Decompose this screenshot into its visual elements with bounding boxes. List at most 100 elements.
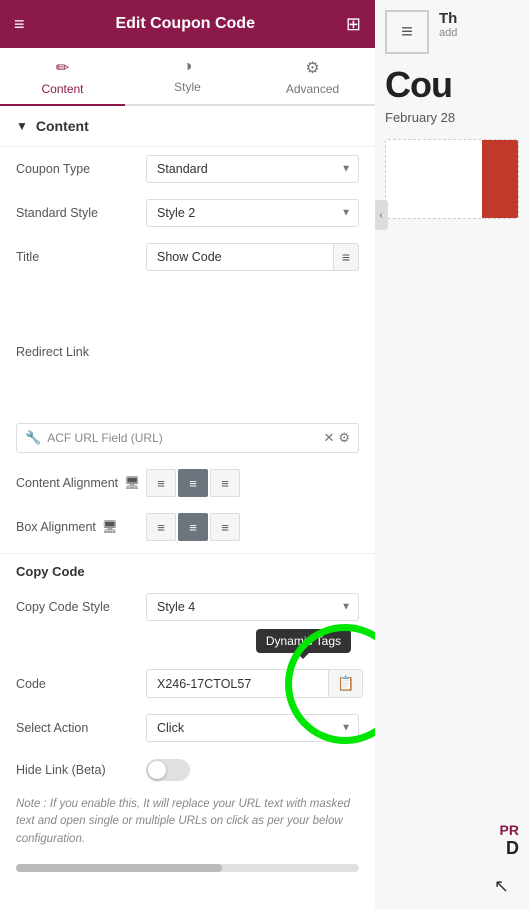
redirect-link-control: 🔧 ACF URL Field (URL) ✕ ⚙	[16, 423, 359, 453]
field-select-action: Select Action Click Hover None ▼	[0, 706, 375, 750]
content-align-center-button[interactable]: ≡	[178, 469, 208, 497]
copy-code-section-title: Copy Code	[0, 554, 375, 585]
tab-advanced-label: Advanced	[286, 82, 339, 96]
tooltip-arrow-icon	[297, 653, 309, 659]
content-align-right-button[interactable]: ≡	[210, 469, 240, 497]
field-hide-link: Hide Link (Beta)	[0, 750, 375, 790]
field-content-alignment: Content Alignment 🖥 ≡ ≡ ≡	[0, 461, 375, 505]
tab-style-label: Style	[174, 80, 201, 94]
coupon-card	[385, 139, 519, 219]
hide-link-label: Hide Link (Beta)	[16, 763, 146, 777]
site-sub: add	[439, 27, 457, 39]
content-alignment-text: Content Alignment	[16, 476, 118, 490]
box-align-center-button[interactable]: ≡	[178, 513, 208, 541]
tab-content-label: Content	[41, 82, 83, 96]
content-alignment-label: Content Alignment 🖥	[16, 476, 146, 491]
field-code: Code 📋	[0, 661, 375, 706]
section-arrow-icon[interactable]: ▼	[16, 119, 28, 133]
code-input[interactable]	[147, 671, 328, 697]
code-control: 📋	[146, 669, 363, 698]
coupon-type-control: Standard Percentage Fixed ▼	[146, 155, 359, 183]
cursor-container: ↖	[494, 876, 509, 897]
coupon-title: Cou	[375, 60, 529, 110]
logo-icon: ≡	[401, 21, 413, 44]
copy-code-section: Copy Code Copy Code Style Style 1 Style …	[0, 553, 375, 860]
field-box-alignment: Box Alignment 🖥 ≡ ≡ ≡	[0, 505, 375, 549]
code-row-wrapper: Dynamic Tags Code 📋	[0, 629, 375, 706]
wrench-icon: 🔧	[25, 430, 41, 446]
tab-style[interactable]: ◑ Style	[125, 48, 250, 104]
site-logo-box: ≡	[385, 10, 429, 54]
url-settings-icon[interactable]: ⚙	[338, 430, 350, 446]
panel-collapse-button[interactable]: ‹	[375, 200, 388, 230]
url-clear-icon[interactable]: ✕	[323, 430, 334, 446]
tab-content[interactable]: ✏ Content	[0, 48, 125, 104]
tab-advanced[interactable]: ⚙ Advanced	[250, 48, 375, 104]
site-info: Th add	[439, 10, 457, 39]
title-input[interactable]	[147, 244, 333, 270]
box-alignment-monitor-icon: 🖥	[102, 520, 118, 535]
hide-link-note: Note : If you enable this, It will repla…	[0, 790, 375, 860]
code-copy-icon[interactable]: 📋	[328, 670, 362, 697]
select-action-label: Select Action	[16, 721, 146, 735]
box-align-left-button[interactable]: ≡	[146, 513, 176, 541]
field-redirect-link: Redirect Link 🔧 ACF URL Field (URL) ✕ ⚙	[0, 279, 375, 461]
select-action-select[interactable]: Click Hover None	[146, 714, 359, 742]
left-panel: ≡ Edit Coupon Code ⊞ ✏ Content ◑ Style ⚙…	[0, 0, 375, 909]
site-name: Th	[439, 10, 457, 27]
hide-link-toggle[interactable]	[146, 759, 190, 781]
content-alignment-buttons: ≡ ≡ ≡	[146, 469, 359, 497]
tooltip-container: Dynamic Tags	[0, 629, 375, 661]
content-area: ▼ Content Coupon Type Standard Percentag…	[0, 106, 375, 909]
cursor-icon: ↖	[494, 876, 509, 896]
coupon-date: February 28	[375, 110, 529, 133]
standard-style-label: Standard Style	[16, 206, 146, 220]
standard-style-select[interactable]: Style 1 Style 2 Style 3	[146, 199, 359, 227]
copy-code-style-select[interactable]: Style 1 Style 2 Style 3 Style 4	[146, 593, 359, 621]
acf-url-text: ACF URL Field (URL)	[47, 431, 317, 445]
section-header-content: ▼ Content	[0, 106, 375, 147]
field-copy-code-style: Copy Code Style Style 1 Style 2 Style 3 …	[0, 585, 375, 629]
hide-link-control	[146, 759, 359, 781]
redirect-link-label: Redirect Link	[16, 287, 89, 417]
toggle-knob	[148, 761, 166, 779]
box-alignment-text: Box Alignment	[16, 520, 96, 534]
title-label: Title	[16, 250, 146, 264]
advanced-tab-icon: ⚙	[305, 58, 319, 78]
right-panel: ≡ Th add Cou February 28 ‹ PR D ↖	[375, 0, 529, 909]
field-title: Title ≡	[0, 235, 375, 279]
content-tab-icon: ✏	[56, 58, 69, 78]
grid-icon[interactable]: ⊞	[346, 14, 361, 35]
scrollbar[interactable]	[16, 864, 359, 872]
scrollbar-thumb	[16, 864, 222, 872]
select-action-control: Click Hover None ▼	[146, 714, 359, 742]
dynamic-tags-tooltip: Dynamic Tags	[256, 629, 351, 653]
right-top-bar: ≡ Th add	[375, 0, 529, 60]
field-standard-style: Standard Style Style 1 Style 2 Style 3 ▼	[0, 191, 375, 235]
box-alignment-buttons: ≡ ≡ ≡	[146, 513, 359, 541]
style-tab-icon: ◑	[183, 58, 193, 76]
title-lines-icon[interactable]: ≡	[333, 244, 358, 270]
section-title-label: Content	[36, 118, 89, 134]
menu-icon[interactable]: ≡	[14, 14, 25, 35]
title-control: ≡	[146, 243, 359, 271]
copy-code-style-control: Style 1 Style 2 Style 3 Style 4 ▼	[146, 593, 359, 621]
bottom-pr: PR	[500, 822, 519, 838]
chevron-left-icon: ‹	[379, 210, 382, 221]
standard-style-control: Style 1 Style 2 Style 3 ▼	[146, 199, 359, 227]
coupon-type-select[interactable]: Standard Percentage Fixed	[146, 155, 359, 183]
bottom-d: D	[500, 838, 519, 859]
header: ≡ Edit Coupon Code ⊞	[0, 0, 375, 48]
box-align-right-button[interactable]: ≡	[210, 513, 240, 541]
content-align-left-button[interactable]: ≡	[146, 469, 176, 497]
coupon-red-strip	[482, 140, 518, 218]
bottom-labels: PR D	[500, 822, 519, 859]
copy-code-style-label: Copy Code Style	[16, 600, 146, 614]
field-coupon-type: Coupon Type Standard Percentage Fixed ▼	[0, 147, 375, 191]
content-alignment-monitor-icon: 🖥	[124, 476, 140, 491]
page-title: Edit Coupon Code	[115, 15, 255, 33]
coupon-type-label: Coupon Type	[16, 162, 146, 176]
code-label: Code	[16, 677, 146, 691]
tabs-bar: ✏ Content ◑ Style ⚙ Advanced	[0, 48, 375, 106]
box-alignment-label: Box Alignment 🖥	[16, 520, 146, 535]
